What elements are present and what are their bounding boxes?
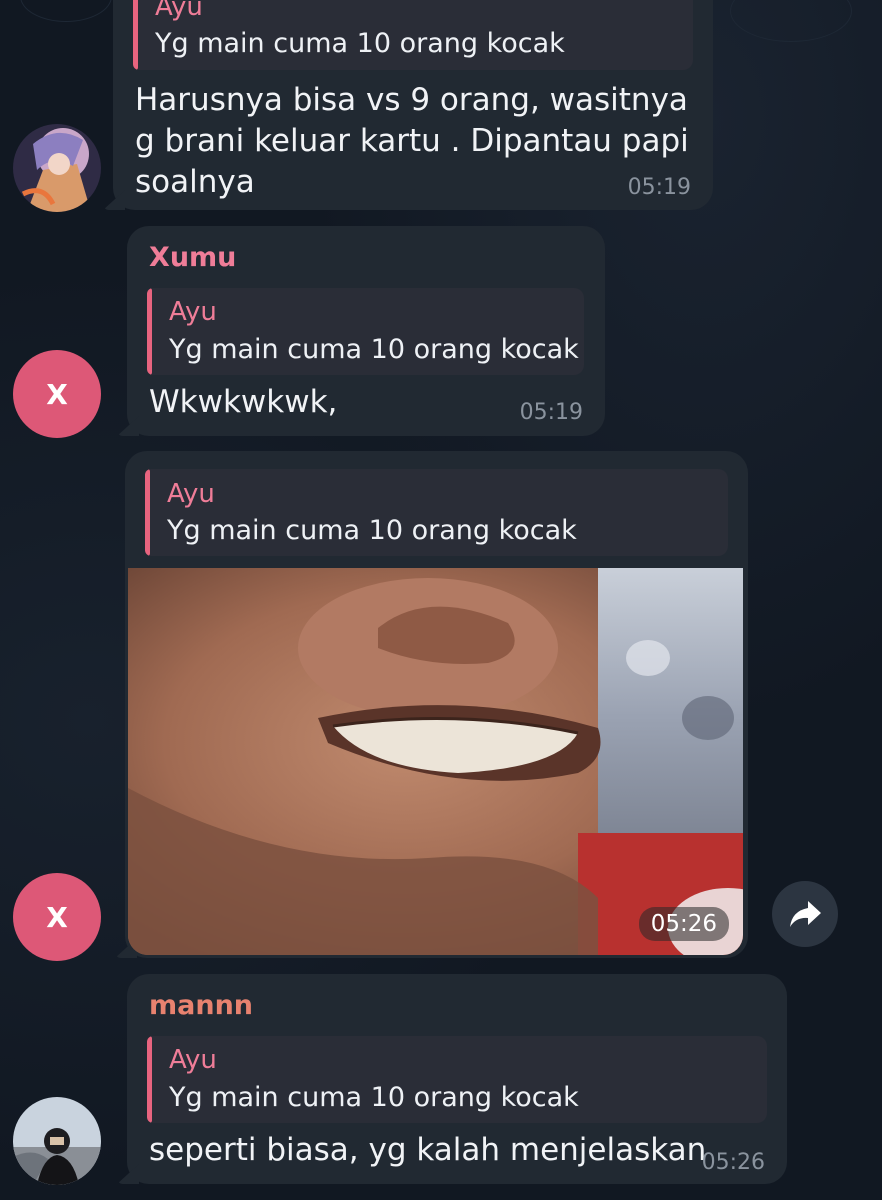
reply-accent-bar (133, 0, 138, 70)
avatar[interactable]: X (13, 873, 101, 961)
reply-author: Ayu (155, 0, 203, 22)
reply-author: Ayu (169, 1045, 217, 1075)
photo-attachment[interactable]: 05:26 (128, 568, 743, 955)
message-text: seperti biasa, yg kalah menjelaskan (149, 1132, 707, 1168)
person-avatar-icon (13, 1097, 101, 1185)
message-text: Wkwkwkwk, (149, 384, 338, 420)
background-doodle (20, 0, 112, 22)
share-arrow-icon (790, 901, 821, 927)
reply-preview[interactable]: Ayu Yg main cuma 10 orang kocak (133, 0, 693, 70)
reply-preview[interactable]: Ayu Yg main cuma 10 orang kocak (147, 288, 584, 375)
reply-preview[interactable]: Ayu Yg main cuma 10 orang kocak (147, 1036, 767, 1123)
avatar[interactable] (13, 1097, 101, 1185)
photo-time: 05:26 (638, 907, 729, 941)
sender-name[interactable]: Xumu (149, 242, 236, 273)
share-button[interactable] (772, 881, 838, 947)
sender-name[interactable]: mannn (149, 990, 253, 1021)
reply-text: Yg main cuma 10 orang kocak (169, 334, 579, 365)
message-bubble[interactable]: Ayu Yg main cuma 10 orang kocak Harusnya… (113, 0, 713, 210)
avatar-initial: X (46, 900, 68, 934)
message-time: 05:19 (519, 400, 583, 425)
avatar[interactable]: X (13, 350, 101, 438)
avatar[interactable] (13, 124, 101, 212)
message-time: 05:26 (701, 1150, 765, 1175)
message-bubble[interactable]: Ayu Yg main cuma 10 orang kocak 05:26 (125, 451, 748, 958)
reply-text: Yg main cuma 10 orang kocak (155, 28, 565, 59)
reply-accent-bar (147, 1036, 152, 1123)
avatar-initial: X (46, 377, 68, 411)
reply-text: Yg main cuma 10 orang kocak (169, 1082, 579, 1113)
reply-author: Ayu (169, 297, 217, 327)
anime-avatar-icon (13, 124, 101, 212)
message-text: Harusnya bisa vs 9 orang, wasitnya g bra… (135, 82, 689, 200)
reply-author: Ayu (167, 479, 215, 509)
message-bubble[interactable]: Xumu Ayu Yg main cuma 10 orang kocak Wkw… (127, 226, 605, 436)
reply-accent-bar (147, 288, 152, 375)
message-bubble[interactable]: mannn Ayu Yg main cuma 10 orang kocak se… (127, 974, 787, 1184)
reply-preview[interactable]: Ayu Yg main cuma 10 orang kocak (145, 469, 728, 556)
photo-image (128, 568, 743, 955)
message-time: 05:19 (627, 175, 691, 200)
background-doodle (730, 0, 852, 42)
reply-accent-bar (145, 469, 150, 556)
reply-text: Yg main cuma 10 orang kocak (167, 515, 577, 546)
